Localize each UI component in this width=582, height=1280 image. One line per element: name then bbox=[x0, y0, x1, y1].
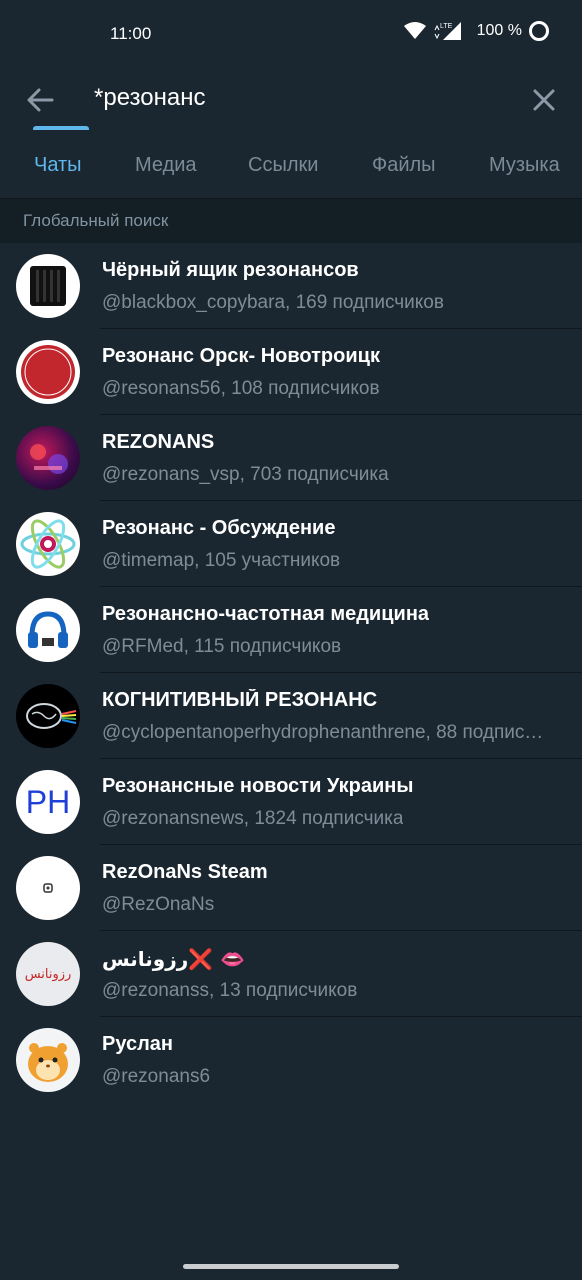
tab-media[interactable]: Медиа bbox=[135, 154, 197, 177]
resonans-logo-icon bbox=[21, 345, 75, 399]
tab-chats[interactable]: Чаты bbox=[34, 154, 82, 177]
hamster-icon bbox=[28, 1043, 68, 1082]
chat-title: REZONANS bbox=[102, 431, 215, 453]
chat-subtitle: @rezonans_vsp, 703 подписчика bbox=[102, 464, 389, 485]
brain-prism-icon bbox=[26, 703, 77, 729]
avatar-text: رزونانس bbox=[24, 966, 72, 982]
status-bar: 11:00 LTE 100 % bbox=[0, 0, 582, 66]
tab-links[interactable]: Ссылки bbox=[248, 154, 318, 177]
active-tab-indicator bbox=[33, 126, 89, 130]
list-item[interactable]: Резонансно-частотная медицина @RFMed, 11… bbox=[0, 587, 582, 673]
avatar bbox=[16, 254, 80, 318]
chat-subtitle: @blackbox_copybara, 169 подписчиков bbox=[102, 292, 444, 313]
chat-subtitle: @cyclopentanoperhydrophenanthrene, 88 по… bbox=[102, 722, 550, 743]
chat-title: رزونانس❌ 👄 bbox=[102, 947, 246, 971]
avatar bbox=[16, 684, 80, 748]
avatar bbox=[16, 1028, 80, 1092]
gesture-navigation-bar[interactable] bbox=[183, 1264, 399, 1269]
avatar bbox=[16, 856, 80, 920]
avatar-text: РН bbox=[25, 783, 71, 820]
chat-title: Руслан bbox=[102, 1033, 173, 1055]
chat-title: Резонансно-частотная медицина bbox=[102, 603, 430, 625]
list-item[interactable]: КОГНИТИВНЫЙ РЕЗОНАНС @cyclopentanoperhyd… bbox=[0, 673, 582, 759]
avatar bbox=[16, 598, 80, 662]
close-icon[interactable] bbox=[526, 82, 562, 118]
avatar bbox=[16, 340, 80, 404]
svg-text:LTE: LTE bbox=[440, 23, 453, 30]
battery-circle-icon bbox=[529, 21, 549, 41]
atom-icon bbox=[20, 519, 76, 569]
section-header: Глобальный поиск bbox=[0, 199, 582, 243]
black-box-icon bbox=[30, 266, 66, 306]
artwork-icon bbox=[30, 444, 68, 474]
search-input[interactable]: *резонанс bbox=[94, 84, 205, 112]
chat-subtitle: @rezonans6 bbox=[102, 1066, 211, 1087]
wifi-icon bbox=[403, 22, 426, 39]
chat-title: Резонанс Орск- Новотроицк bbox=[102, 345, 380, 367]
list-item[interactable]: РН Резонансные новости Украины @rezonans… bbox=[0, 759, 582, 845]
chat-title: RezOnaNs Steam bbox=[102, 861, 268, 883]
section-header-label: Глобальный поиск bbox=[23, 211, 169, 230]
chat-subtitle: @rezonanss, 13 подписчиков bbox=[102, 980, 358, 1001]
search-tabs: Чаты Медиа Ссылки Файлы Музыка bbox=[0, 132, 582, 199]
chat-title: КОГНИТИВНЫЙ РЕЗОНАНС bbox=[102, 689, 378, 711]
chat-subtitle: @RFMed, 115 подписчиков bbox=[102, 636, 342, 657]
list-item[interactable]: RezOnaNs Steam @RezOnaNs bbox=[0, 845, 582, 931]
chat-title: Резонансные новости Украины bbox=[102, 775, 414, 797]
signal-icon: LTE bbox=[434, 22, 461, 40]
list-item[interactable]: REZONANS @rezonans_vsp, 703 подписчика bbox=[0, 415, 582, 501]
avatar bbox=[16, 426, 80, 490]
list-item[interactable]: Чёрный ящик резонансов @blackbox_copybar… bbox=[0, 243, 582, 329]
chat-title: Резонанс - Обсуждение bbox=[102, 517, 336, 539]
status-time: 11:00 bbox=[110, 24, 152, 43]
status-icons: LTE 100 % bbox=[403, 20, 550, 42]
chat-subtitle: @resonans56, 108 подписчиков bbox=[102, 378, 380, 399]
chat-subtitle: @RezOnaNs bbox=[102, 894, 215, 915]
chat-subtitle: @rezonansnews, 1824 подписчика bbox=[102, 808, 404, 829]
avatar bbox=[16, 512, 80, 576]
battery-percent: 100 % bbox=[476, 22, 522, 39]
back-arrow-icon[interactable] bbox=[22, 82, 58, 118]
tab-files[interactable]: Файлы bbox=[372, 154, 436, 177]
avatar: РН bbox=[16, 770, 80, 834]
tab-music[interactable]: Музыка bbox=[489, 154, 560, 177]
list-item[interactable]: Руслан @rezonans6 bbox=[0, 1017, 582, 1103]
list-item[interactable]: Резонанс - Обсуждение @timemap, 105 учас… bbox=[0, 501, 582, 587]
results-list: Чёрный ящик резонансов @blackbox_copybar… bbox=[0, 243, 582, 1103]
list-item[interactable]: Резонанс Орск- Новотроицк @resonans56, 1… bbox=[0, 329, 582, 415]
list-item[interactable]: رزونانس رزونانس❌ 👄 @rezonanss, 13 подпис… bbox=[0, 931, 582, 1017]
chat-title: Чёрный ящик резонансов bbox=[102, 259, 359, 281]
avatar: رزونانس bbox=[16, 942, 80, 1006]
headphones-icon bbox=[28, 611, 68, 648]
small-logo-icon bbox=[43, 883, 53, 893]
chat-subtitle: @timemap, 105 участников bbox=[102, 550, 341, 571]
search-bar: *резонанс bbox=[0, 66, 582, 132]
